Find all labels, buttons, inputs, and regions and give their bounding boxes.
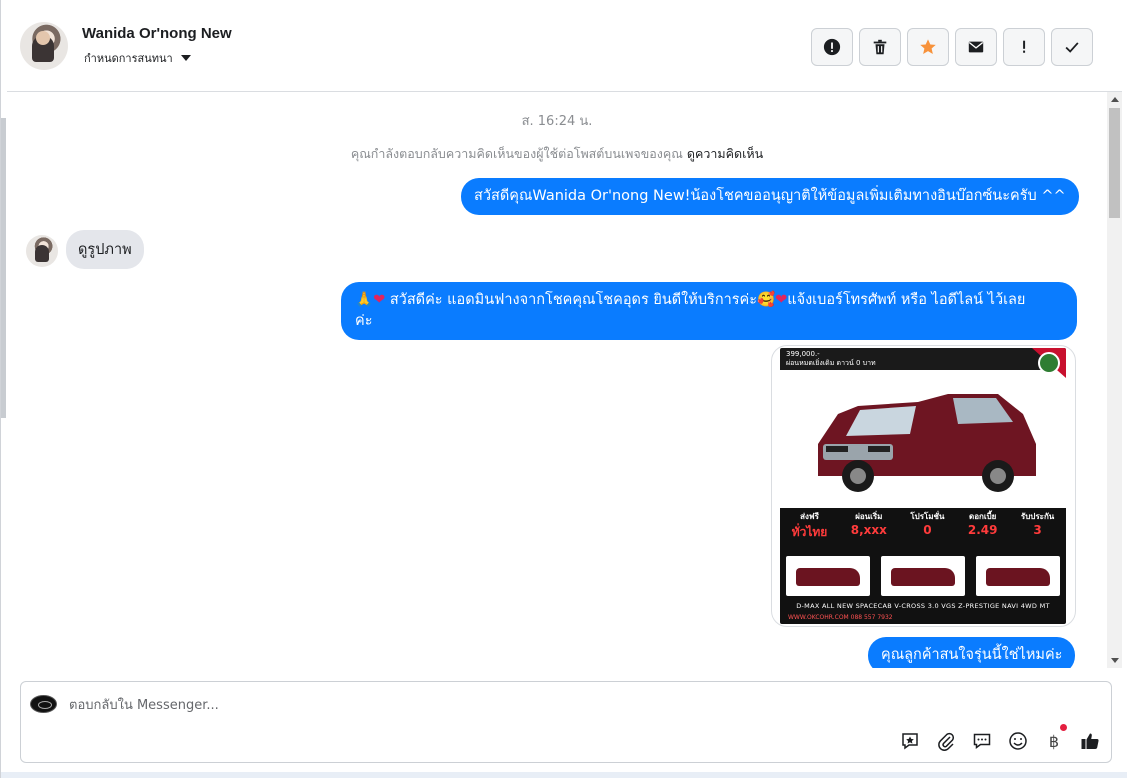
stat-label: รับประกัน xyxy=(1020,512,1055,521)
saved-reply-button[interactable] xyxy=(899,730,921,752)
envelope-icon xyxy=(968,41,984,53)
delete-button[interactable] xyxy=(859,28,901,66)
emoji-icon xyxy=(1009,732,1027,750)
exclamation-icon xyxy=(1023,40,1026,53)
assign-label: กำหนดการสนทนา xyxy=(84,52,173,65)
message-bubble-incoming[interactable]: ดูรูปภาพ xyxy=(66,230,144,269)
stat-item: ดอกเบี้ย 2.49 xyxy=(968,510,998,558)
contact-name[interactable]: Wanida Or'nong New xyxy=(82,25,232,42)
stat-label: ดอกเบี้ย xyxy=(969,512,997,521)
message-bubble-outgoing[interactable]: คุณลูกค้าสนใจรุ่นนี้ใช่ไหมค่ะ xyxy=(868,637,1076,668)
thumbs-up-icon xyxy=(1081,733,1099,749)
context-text: คุณกำลังตอบกลับความคิดเห็นของผู้ใช้ต่อโพ… xyxy=(350,146,683,161)
stat-item: ผ่อนเริ่ม 8,xxx xyxy=(851,510,887,558)
poster-stats: ส่งฟรี ทั่วไทย ผ่อนเริ่ม 8,xxx โปรโมชั่น 0 … xyxy=(780,510,1066,558)
left-scroll-rail xyxy=(1,118,6,418)
attach-button[interactable] xyxy=(935,730,957,752)
price-subtext: ผ่อนหมดเยิ่งเดิม ดาวน์ 0 บาท xyxy=(786,359,876,367)
contact-avatar[interactable] xyxy=(20,22,68,70)
stat-value: 3 xyxy=(1033,523,1042,537)
spam-button[interactable] xyxy=(811,28,853,66)
chat-bubble-icon xyxy=(973,733,991,749)
reply-input[interactable] xyxy=(69,694,769,716)
composer-actions: ฿ xyxy=(899,724,1101,752)
assign-conversation-dropdown[interactable]: กำหนดการสนทนา xyxy=(84,49,191,67)
poster-price: 399,000.- ผ่อนหมดเยิ่งเดิม ดาวน์ 0 บาท xyxy=(786,350,876,368)
message-text: แจ้งเบอร์โทรศัพท์ หรือ ไอดีไลน์ ไว้เลย xyxy=(787,292,1026,308)
like-button[interactable] xyxy=(1079,730,1101,752)
poster-thumbnails xyxy=(786,556,1060,598)
window-bottom-edge xyxy=(1,772,1127,778)
scroll-up-icon[interactable] xyxy=(1111,97,1119,102)
quick-reply-button[interactable] xyxy=(971,730,993,752)
message-bubble-outgoing[interactable]: สวัสดีคุณWanida Or'nong New!น้องโชคขออนุ… xyxy=(461,178,1079,215)
contact-avatar-small[interactable] xyxy=(26,235,58,267)
stat-value: 0 xyxy=(923,523,932,537)
price-text: 399,000.- xyxy=(786,350,820,358)
message-bubble-outgoing[interactable]: 🙏❤ สวัสดีค่ะ แอดมินฟางจากโชคคุณโชคอุดร ย… xyxy=(341,282,1077,340)
view-comment-link[interactable]: ดูความคิดเห็น xyxy=(687,146,763,161)
smiling-hearts-emoji: 🥰 xyxy=(757,292,776,308)
truck-thumbnail xyxy=(976,556,1060,596)
scroll-down-icon[interactable] xyxy=(1111,658,1119,663)
conversation-header: Wanida Or'nong New กำหนดการสนทนา xyxy=(7,0,1122,92)
pray-emoji: 🙏 xyxy=(355,292,374,308)
stat-label: โปรโมชั่น xyxy=(910,512,945,521)
thread-timestamp: ส. 16:24 น. xyxy=(521,114,593,129)
message-text: สวัสดีค่ะ แอดมินฟางจากโชคคุณโชคอุดร ยินด… xyxy=(385,292,758,308)
mark-unread-button[interactable] xyxy=(955,28,997,66)
check-icon xyxy=(1065,42,1079,53)
emoji-button[interactable] xyxy=(1007,730,1029,752)
scrollbar-thumb[interactable] xyxy=(1109,108,1120,218)
trash-icon xyxy=(873,39,887,55)
conversation-toolbar xyxy=(811,28,1093,66)
messenger-window: Wanida Or'nong New กำหนดการสนทนา ส. 16:2… xyxy=(0,0,1127,778)
stat-item: ส่งฟรีทั่วไทย xyxy=(792,510,828,558)
thread-scrollbar[interactable] xyxy=(1107,92,1122,668)
stat-label: ส่งฟรี xyxy=(800,512,819,521)
alert-circle-icon xyxy=(823,38,841,56)
payment-button[interactable]: ฿ xyxy=(1043,724,1067,752)
message-text: ค่ะ xyxy=(355,313,373,329)
attachment-icon xyxy=(938,732,954,751)
done-button[interactable] xyxy=(1051,28,1093,66)
dealer-logo xyxy=(1038,352,1060,374)
image-attachment[interactable]: 399,000.- ผ่อนหมดเยิ่งเดิม ดาวน์ 0 บาท ส่… xyxy=(771,345,1076,627)
poster-caption: D-MAX ALL NEW SPACECAB V-CROSS 3.0 VGS Z… xyxy=(796,602,1050,610)
car-advert-image: 399,000.- ผ่อนหมดเยิ่งเดิม ดาวน์ 0 บาท ส่… xyxy=(780,348,1066,624)
stat-item: โปรโมชั่น 0 xyxy=(910,510,944,558)
saved-reply-icon xyxy=(902,733,918,750)
page-avatar xyxy=(30,695,57,713)
stat-label: ผ่อนเริ่ม xyxy=(855,512,883,521)
caret-down-icon xyxy=(180,55,191,61)
comment-context-notice: คุณกำลังตอบกลับความคิดเห็นของผู้ใช้ต่อโพ… xyxy=(7,144,1107,164)
stat-item: รับประกัน 3 xyxy=(1021,510,1054,558)
stat-value: 2.49 xyxy=(967,523,998,537)
stat-value: 8,xxx xyxy=(850,523,887,537)
poster-contact: WWW.OKCOHR.COM 088 557 7932 xyxy=(788,614,893,621)
notification-dot xyxy=(1060,724,1067,731)
baht-icon: ฿ xyxy=(1048,731,1060,751)
follow-up-button[interactable] xyxy=(1003,28,1045,66)
heart-emoji: ❤ xyxy=(373,292,386,308)
stat-value: ทั่วไทย xyxy=(791,525,828,539)
message-thread[interactable]: ส. 16:24 น. คุณกำลังตอบกลับความคิดเห็นขอ… xyxy=(7,92,1107,668)
pickup-truck-illustration xyxy=(818,394,1036,492)
heart-emoji: ❤ xyxy=(775,292,788,308)
truck-thumbnail xyxy=(786,556,870,596)
truck-thumbnail xyxy=(881,556,965,596)
star-icon xyxy=(920,39,936,55)
message-composer: ฿ xyxy=(20,681,1112,763)
star-button[interactable] xyxy=(907,28,949,66)
